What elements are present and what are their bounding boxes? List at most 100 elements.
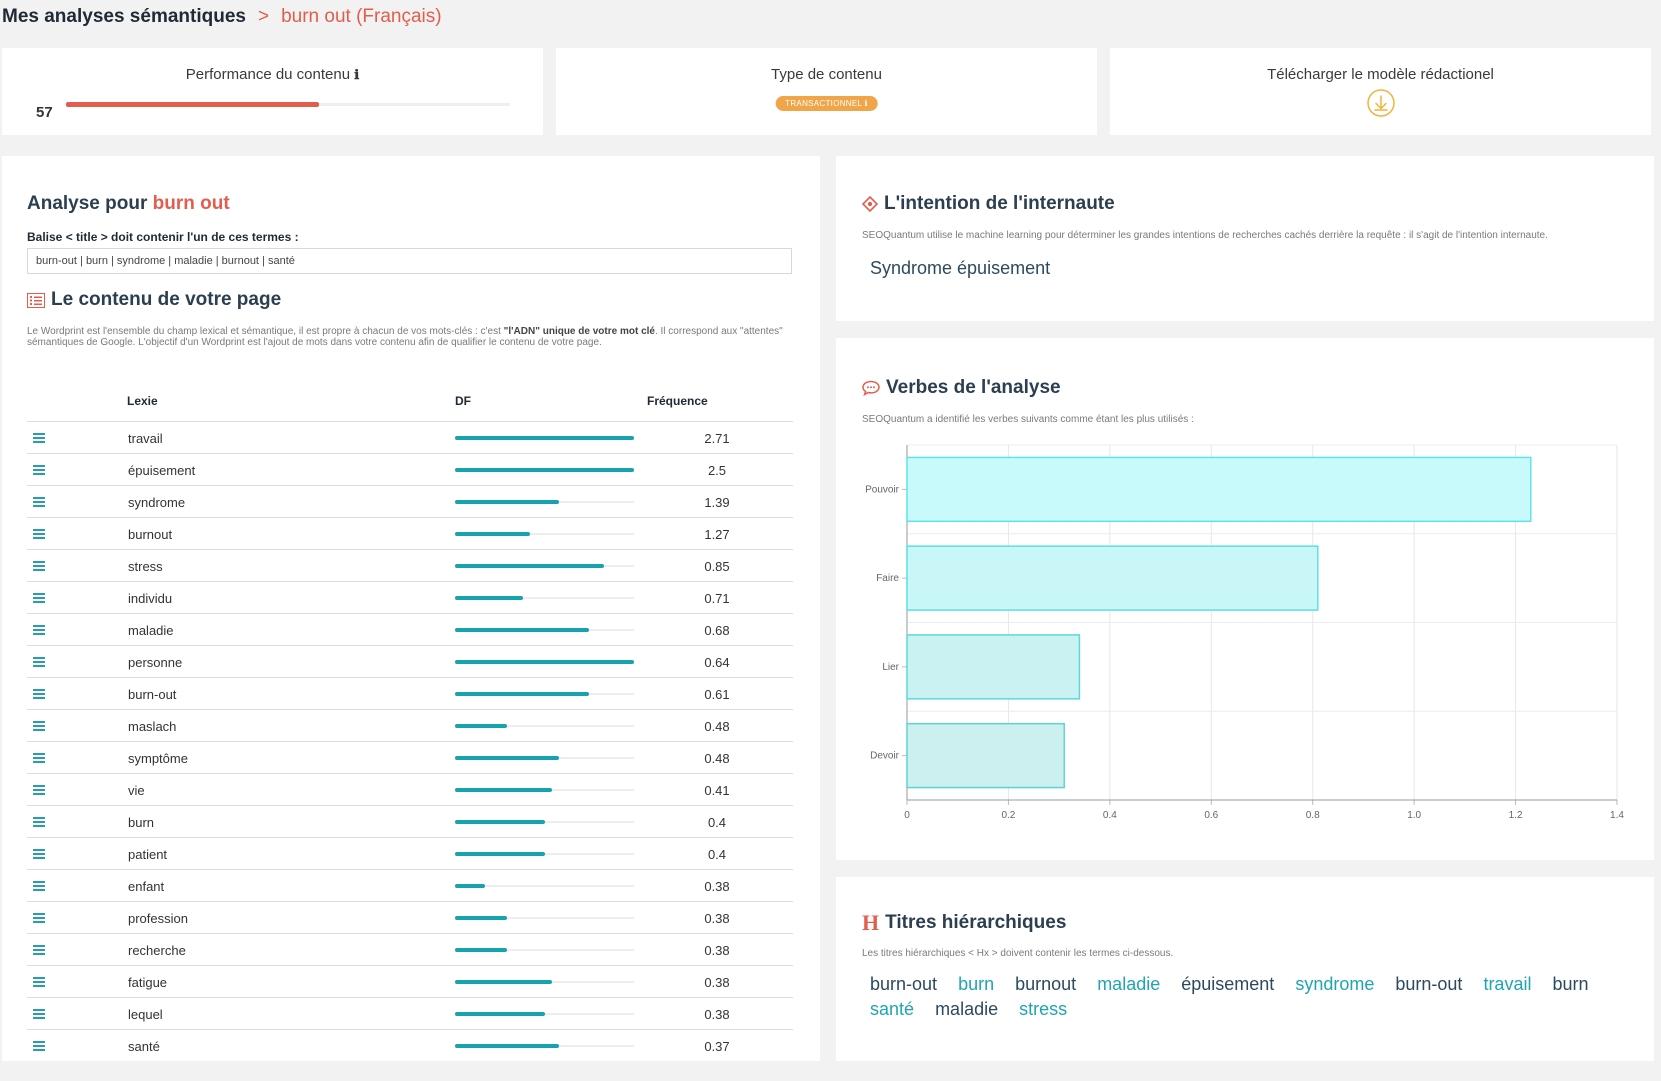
heading-term: stress [1019, 999, 1068, 1019]
df-bar-fill [455, 500, 559, 504]
wordprint-description: Le Wordprint est l'ensemble du champ lex… [27, 326, 783, 348]
lexie-term: burnout [128, 527, 173, 542]
df-bar-fill [455, 820, 545, 824]
menu-icon[interactable] [33, 497, 45, 509]
df-bar [455, 692, 634, 696]
table-row: personne 0.64 [27, 645, 793, 678]
menu-icon[interactable] [33, 977, 45, 989]
table-row: burn-out 0.61 [27, 677, 793, 710]
analysis-title: Analyse pour burn out [27, 193, 230, 214]
menu-icon[interactable] [33, 849, 45, 861]
df-bar-fill [455, 852, 545, 856]
lexie-term: burn-out [128, 687, 177, 702]
menu-icon[interactable] [33, 945, 45, 957]
df-bar [455, 500, 634, 504]
menu-icon[interactable] [33, 753, 45, 765]
heading-term: syndrome [1295, 974, 1375, 994]
menu-icon[interactable] [33, 529, 45, 541]
menu-icon[interactable] [33, 785, 45, 797]
download-title: Télécharger le modèle rédactionel [1267, 66, 1494, 83]
frequency-value: 0.48 [704, 719, 730, 734]
table-row: fatigue 0.38 [27, 965, 793, 998]
heading-term: santé [870, 999, 915, 1019]
frequency-value: 0.41 [704, 783, 730, 798]
df-bar [455, 660, 634, 664]
performance-title: Performance du contenu ℹ [185, 66, 360, 83]
frequency-value: 0.38 [704, 1007, 730, 1022]
category-label: Faire [876, 573, 899, 584]
table-row: symptôme 0.48 [27, 741, 793, 774]
title-tag-label: Balise < title > doit contenir l'un de c… [27, 230, 299, 244]
df-bar-fill [455, 756, 559, 760]
frequency-value: 2.5 [707, 463, 727, 478]
df-bar [455, 788, 634, 792]
heading-term: maladie [1097, 974, 1161, 994]
column-header-df[interactable]: DF [455, 394, 471, 408]
download-circle-icon[interactable] [1366, 88, 1396, 118]
df-bar-fill [455, 692, 590, 696]
table-row: vie 0.41 [27, 773, 793, 806]
speech-bubble-icon [862, 380, 880, 396]
menu-icon[interactable] [33, 689, 45, 701]
frequency-value: 0.38 [704, 975, 730, 990]
df-bar [455, 756, 634, 760]
x-tick-label: 0 [904, 810, 910, 821]
df-bar-fill [455, 916, 507, 920]
lexie-term: personne [128, 655, 183, 670]
x-tick-label: 0.2 [1001, 810, 1015, 821]
category-label: Pouvoir [865, 484, 900, 495]
lexie-term: individu [128, 591, 173, 606]
heading-term: burn-out [870, 974, 938, 994]
menu-icon[interactable] [33, 593, 45, 605]
bar-lier[interactable] [906, 634, 1081, 700]
frequency-value: 0.4 [707, 815, 727, 830]
menu-icon[interactable] [33, 1041, 45, 1053]
bar-faire[interactable] [906, 545, 1319, 611]
performance-card: Performance du contenu ℹ 57 [2, 48, 543, 135]
df-bar-fill [455, 1044, 559, 1048]
df-bar-fill [455, 564, 604, 568]
intention-description: SEOQuantum utilise le machine learning p… [862, 230, 1548, 241]
table-row: maslach 0.48 [27, 709, 793, 742]
menu-icon[interactable] [33, 561, 45, 573]
df-bar [455, 596, 634, 600]
bar-devoir[interactable] [906, 722, 1065, 789]
column-header-frequence[interactable]: Fréquence [647, 394, 708, 408]
x-tick-label: 0.4 [1103, 810, 1117, 821]
df-bar [455, 1012, 634, 1016]
menu-icon[interactable] [33, 881, 45, 893]
heading-term: burnout [1015, 974, 1077, 994]
performance-bar-fill [66, 102, 320, 107]
bar-pouvoir[interactable] [906, 456, 1532, 523]
frequency-value: 0.38 [704, 879, 730, 894]
table-row: patient 0.4 [27, 837, 793, 870]
menu-icon[interactable] [33, 433, 45, 445]
lexie-term: maslach [128, 719, 177, 734]
menu-icon[interactable] [33, 817, 45, 829]
breadcrumb-root[interactable]: Mes analyses sémantiques [2, 6, 246, 27]
df-bar-fill [455, 948, 507, 952]
menu-icon[interactable] [33, 1009, 45, 1021]
menu-icon[interactable] [33, 721, 45, 733]
df-bar [455, 468, 634, 472]
headings-terms: burn-out burn burnout maladie épuisement… [870, 972, 1610, 1022]
df-bar-fill [455, 1012, 545, 1016]
df-bar-fill [455, 468, 634, 472]
info-icon[interactable]: ℹ [354, 67, 359, 82]
category-label: Lier [882, 662, 899, 673]
df-bar [455, 948, 634, 952]
df-bar [455, 564, 634, 568]
table-row: burn 0.4 [27, 805, 793, 838]
frequency-value: 0.64 [704, 655, 730, 670]
menu-icon[interactable] [33, 465, 45, 477]
menu-icon[interactable] [33, 625, 45, 637]
frequency-value: 1.39 [704, 495, 730, 510]
df-bar-fill [455, 724, 507, 728]
heading-term: travail [1483, 974, 1532, 994]
menu-icon[interactable] [33, 913, 45, 925]
heading-term: burn-out [1395, 974, 1463, 994]
table-row: burnout 1.27 [27, 517, 793, 550]
menu-icon[interactable] [33, 657, 45, 669]
column-header-lexie[interactable]: Lexie [127, 394, 158, 408]
content-type-badge[interactable]: TRANSACTIONNEL ℹ [775, 96, 878, 111]
